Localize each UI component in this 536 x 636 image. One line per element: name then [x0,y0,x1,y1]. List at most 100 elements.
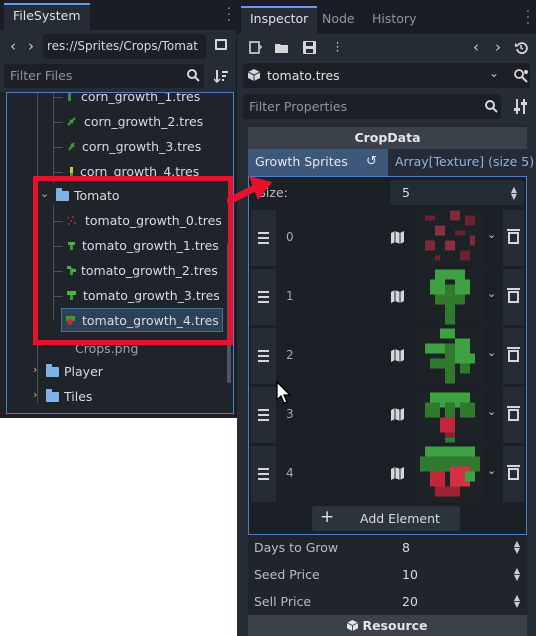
chevron-down-icon[interactable]: ⌄ [487,464,496,477]
path-field[interactable]: res://Sprites/Crops/Tomat [43,34,206,59]
more-menu-icon[interactable]: · · · [331,37,344,57]
delete-icon[interactable] [503,446,524,502]
resource-name: tomato.tres [267,68,340,83]
spinner-icon[interactable]: ▲ ▼ [513,540,521,555]
tab-filesystem[interactable]: FileSystem [4,3,90,30]
array-element: 2 ⌄ [251,328,524,384]
list-item[interactable]: corn_growth_2.tres [7,109,233,134]
new-resource-icon[interactable] [249,41,262,54]
sprite-icon [68,142,75,151]
back-icon[interactable]: ‹ [10,37,16,55]
chevron-down-icon[interactable]: ⌄ [489,66,499,80]
list-item[interactable]: corn_growth_1.tres [7,93,233,109]
resource-icon [347,620,359,631]
filter-files-input[interactable]: Filter Files [4,64,204,88]
growth-sprites-property: Growth Sprites ↺ Array[Texture] (size 5) [248,149,534,176]
array-value-button[interactable]: Array[Texture] (size 5) [388,149,534,176]
sell-price-spinbox[interactable]: 20 ▲ ▼ [393,589,527,614]
property-days-to-grow: Days to Grow 8 ▲ ▼ [248,534,527,561]
size-spinbox[interactable]: 5 ▲ ▼ [390,180,524,205]
category-header: CropData [248,127,527,149]
sprite-icon [70,167,73,176]
spinner-icon[interactable]: ▲ ▼ [513,594,521,609]
settings-icon[interactable] [513,99,528,114]
split-mode-icon[interactable] [215,39,227,50]
property-sell-price: Sell Price 20 ▲ ▼ [248,588,527,615]
sprite-icon [68,93,71,101]
forward-icon[interactable]: › [495,38,501,56]
delete-icon[interactable] [503,210,524,266]
delete-icon[interactable] [503,269,524,325]
spinner-icon[interactable]: ▲ ▼ [513,567,521,582]
map-icon [391,231,404,244]
chevron-down-icon[interactable]: ⌄ [487,405,496,418]
drag-handle-icon[interactable] [251,328,276,384]
open-folder-icon[interactable] [275,41,288,54]
search-icon [187,69,200,82]
annotation-arrow [227,176,272,206]
filter-row: Filter Files [0,62,236,92]
texture-thumbnail[interactable] [415,387,485,443]
array-editor: Size: 5 ▲ ▼ 0 ⌄ 1 ⌄ 2 ⌄ 3 ⌄ 4 ⌄ + Add El… [248,176,527,535]
back-icon[interactable]: ‹ [473,38,479,56]
inspector-dock: Inspector Node History · · · · · · ‹ › tomat… [237,0,536,636]
dock-menu-icon[interactable]: · · · [226,3,232,28]
texture-thumbnail[interactable] [415,269,485,325]
annotation-highlight-box [33,176,233,345]
map-icon [391,467,404,480]
chevron-down-icon[interactable]: ⌄ [487,346,496,359]
mouse-cursor [276,381,292,404]
delete-icon[interactable] [503,387,524,443]
array-element: 0 ⌄ [251,210,524,266]
path-bar: ‹ › res://Sprites/Crops/Tomat [0,30,236,62]
list-item[interactable]: corn_growth_3.tres [7,134,233,159]
dock-menu-icon[interactable]: · · · [525,6,531,31]
map-icon [391,349,404,362]
property-seed-price: Seed Price 10 ▲ ▼ [248,561,527,588]
inspector-tabbar: Inspector Node History · · · [237,0,536,34]
tree-folder-tiles[interactable]: › Tiles [7,384,233,409]
tree-folder-player[interactable]: › Player [7,359,233,384]
drag-handle-icon[interactable] [251,269,276,325]
forward-icon[interactable]: › [28,37,34,55]
tab-node[interactable]: Node [313,6,364,33]
add-element-button[interactable]: + Add Element [312,506,460,531]
resource-selector[interactable]: tomato.tres ⌄ [243,63,530,88]
object-properties-icon[interactable] [513,68,529,84]
resource-category-header[interactable]: Resource [248,615,527,636]
tab-history[interactable]: History [363,6,425,33]
chevron-down-icon[interactable]: ⌄ [487,228,496,241]
texture-thumbnail[interactable] [415,210,485,266]
chevron-right-icon[interactable]: › [33,388,37,401]
array-element: 4 ⌄ [251,446,524,502]
folder-icon [46,389,59,402]
drag-handle-icon[interactable] [251,446,276,502]
texture-thumbnail[interactable] [415,328,485,384]
folder-icon [46,364,59,377]
seed-price-spinbox[interactable]: 10 ▲ ▼ [393,562,527,587]
history-icon[interactable] [515,41,528,54]
sort-icon[interactable] [214,69,228,83]
filesystem-dock: FileSystem · · · ‹ › res://Sprites/Crops/T… [0,0,237,418]
size-row: Size: 5 ▲ ▼ [249,179,526,206]
save-icon[interactable] [303,41,316,54]
plus-icon: + [320,507,335,527]
inspector-toolbar: · · · ‹ › [237,34,536,62]
texture-thumbnail[interactable] [415,446,485,502]
array-element: 1 ⌄ [251,269,524,325]
chevron-right-icon[interactable]: › [33,363,37,376]
resource-icon [248,69,260,81]
search-icon [485,100,498,113]
map-icon [391,290,404,303]
sprite-icon [67,117,76,126]
tab-inspector[interactable]: Inspector [241,6,318,34]
drag-handle-icon[interactable] [251,210,276,266]
delete-icon[interactable] [503,328,524,384]
chevron-down-icon[interactable]: ⌄ [487,287,496,300]
filter-properties-input[interactable]: Filter Properties [243,94,501,119]
spinner-icon[interactable]: ▲ ▼ [510,186,518,201]
days-to-grow-spinbox[interactable]: 8 ▲ ▼ [393,535,527,560]
revert-icon[interactable]: ↺ [366,154,377,169]
map-icon [391,408,404,421]
drag-handle-icon[interactable] [251,387,276,443]
